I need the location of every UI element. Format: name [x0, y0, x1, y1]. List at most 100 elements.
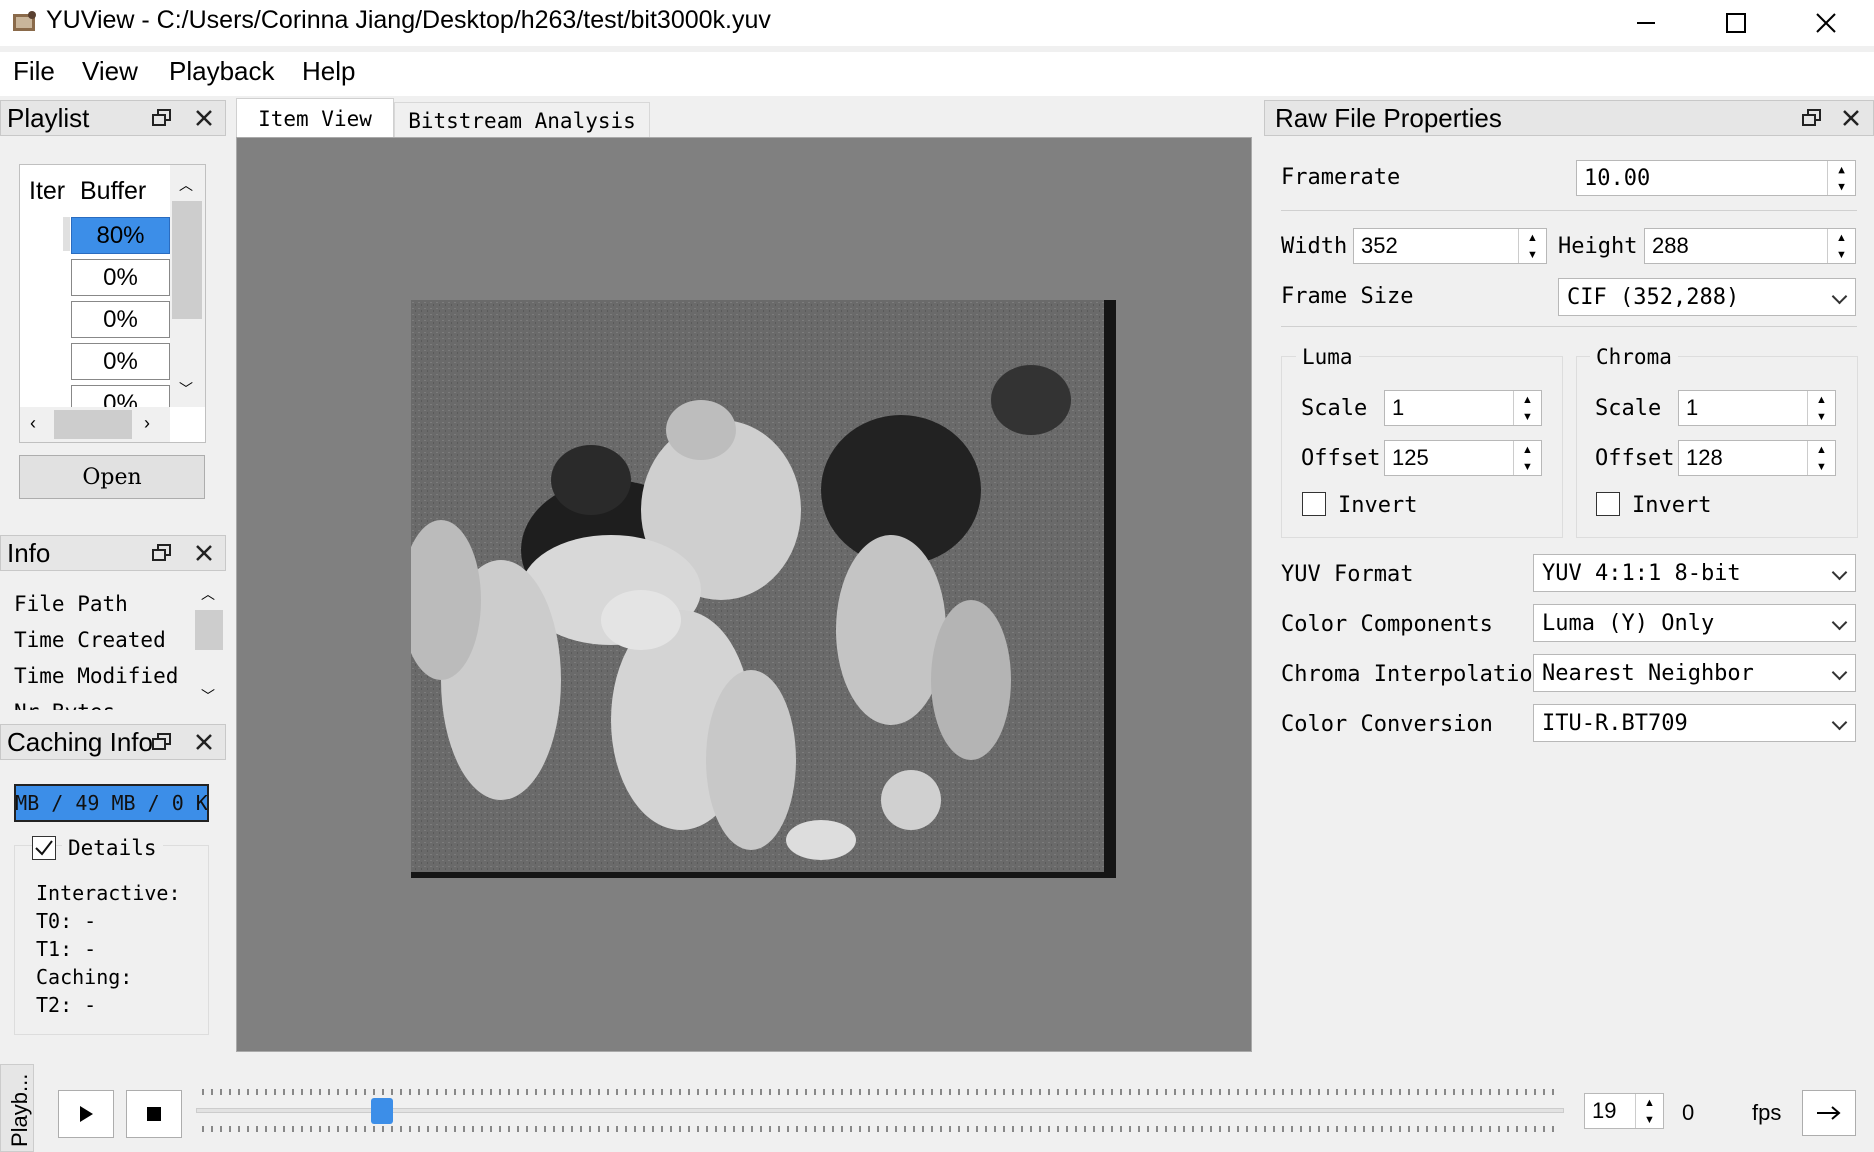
spin-down-icon[interactable]: ▼: [1808, 458, 1835, 475]
tab-bitstream-analysis[interactable]: Bitstream Analysis: [394, 102, 650, 138]
vertical-scrollbar[interactable]: ︿ ﹀: [192, 580, 226, 710]
chevron-right-icon[interactable]: ›: [144, 413, 150, 434]
playlist-dock-header: Playlist: [0, 100, 226, 136]
chroma-invert-label[interactable]: Invert: [1632, 493, 1711, 518]
width-value: 352: [1361, 233, 1398, 258]
chroma-offset-field[interactable]: 128 ▲ ▼: [1678, 440, 1836, 476]
color-conversion-label: Color Conversion: [1281, 712, 1493, 737]
menu-playback[interactable]: Playback: [169, 56, 275, 87]
float-icon[interactable]: [149, 105, 175, 131]
chroma-scale-field[interactable]: 1 ▲ ▼: [1678, 390, 1836, 426]
details-checkbox[interactable]: [32, 836, 56, 860]
frame-size-label: Frame Size: [1281, 284, 1414, 309]
spin-down-icon[interactable]: ▼: [1636, 1111, 1663, 1128]
video-viewport[interactable]: [236, 137, 1252, 1052]
caching-line: T0: -: [36, 909, 97, 933]
height-spinner[interactable]: ▲ ▼: [1827, 229, 1855, 263]
luma-scale-spinner[interactable]: ▲ ▼: [1513, 391, 1541, 425]
spin-down-icon[interactable]: ▼: [1828, 178, 1855, 195]
play-button[interactable]: [58, 1090, 114, 1138]
column-header-buffer[interactable]: Buffer: [80, 177, 146, 206]
scrollbar-thumb[interactable]: [195, 610, 223, 650]
luma-offset-spinner[interactable]: ▲ ▼: [1513, 441, 1541, 475]
luma-scale-field[interactable]: 1 ▲ ▼: [1384, 390, 1542, 426]
chevron-down-icon[interactable]: ﹀: [201, 686, 215, 706]
color-components-select[interactable]: Luma (Y) Only: [1533, 604, 1856, 642]
chroma-offset-label: Offset: [1595, 446, 1675, 471]
chevron-down-icon[interactable]: ﹀: [179, 379, 193, 399]
chevron-down-icon: [1831, 288, 1848, 305]
width-field[interactable]: 352 ▲ ▼: [1353, 228, 1547, 264]
luma-invert-checkbox[interactable]: [1302, 492, 1326, 516]
menu-file[interactable]: File: [13, 56, 55, 87]
chroma-interpolation-select[interactable]: Nearest Neighbor: [1533, 654, 1856, 692]
spin-down-icon[interactable]: ▼: [1514, 458, 1541, 475]
details-label[interactable]: Details: [62, 836, 163, 860]
playlist-tree[interactable]: Iter Buffer 80% 0% 0% 0% 0% ︿ ﹀ ‹ ›: [19, 164, 206, 443]
scrollbar-thumb[interactable]: [54, 410, 132, 439]
luma-offset-field[interactable]: 125 ▲ ▼: [1384, 440, 1542, 476]
chroma-offset-spinner[interactable]: ▲ ▼: [1807, 441, 1835, 475]
vertical-scrollbar[interactable]: ︿ ﹀: [170, 165, 205, 407]
spin-up-icon[interactable]: ▲: [1808, 441, 1835, 458]
spin-down-icon[interactable]: ▼: [1828, 246, 1855, 263]
column-header-item[interactable]: Iter: [29, 177, 65, 206]
tab-item-view[interactable]: Item View: [236, 98, 394, 138]
menu-help[interactable]: Help: [302, 56, 355, 87]
luma-invert-label[interactable]: Invert: [1338, 493, 1417, 518]
close-icon[interactable]: [1838, 105, 1864, 131]
luma-title: Luma: [1296, 345, 1359, 369]
chroma-title: Chroma: [1590, 345, 1678, 369]
chevron-up-icon[interactable]: ︿: [179, 175, 193, 195]
scrollbar-thumb[interactable]: [172, 201, 202, 319]
framerate-spinner[interactable]: ▲ ▼: [1827, 161, 1855, 195]
spin-up-icon[interactable]: ▲: [1514, 391, 1541, 408]
spin-down-icon[interactable]: ▼: [1808, 408, 1835, 425]
stop-button[interactable]: [126, 1090, 182, 1138]
chevron-left-icon[interactable]: ‹: [30, 413, 36, 434]
chevron-up-icon[interactable]: ︿: [201, 584, 215, 604]
float-icon[interactable]: [1799, 105, 1825, 131]
spin-up-icon[interactable]: ▲: [1519, 229, 1546, 246]
frame-slider[interactable]: [196, 1086, 1564, 1136]
spin-up-icon[interactable]: ▲: [1514, 441, 1541, 458]
frame-number-field[interactable]: 19 ▲ ▼: [1584, 1093, 1664, 1129]
close-icon[interactable]: [191, 105, 217, 131]
maximize-button[interactable]: [1690, 0, 1782, 46]
chroma-invert-checkbox[interactable]: [1596, 492, 1620, 516]
frame-size-select[interactable]: CIF (352,288): [1558, 278, 1856, 316]
color-conversion-select[interactable]: ITU-R.BT709: [1533, 704, 1856, 742]
minimize-icon: [1637, 22, 1655, 24]
menu-view[interactable]: View: [82, 56, 138, 87]
spin-up-icon[interactable]: ▲: [1808, 391, 1835, 408]
luma-offset-value: 125: [1392, 445, 1429, 470]
close-button[interactable]: [1780, 0, 1872, 46]
next-frame-button[interactable]: [1802, 1090, 1856, 1136]
playback-dock-tab[interactable]: Playb...: [0, 1064, 34, 1152]
spin-up-icon[interactable]: ▲: [1636, 1094, 1663, 1111]
spin-up-icon[interactable]: ▲: [1828, 229, 1855, 246]
chroma-scale-spinner[interactable]: ▲ ▼: [1807, 391, 1835, 425]
framerate-field[interactable]: 10.00 ▲ ▼: [1576, 160, 1856, 196]
frame-spinner[interactable]: ▲ ▼: [1635, 1094, 1663, 1128]
open-button[interactable]: Open: [19, 455, 205, 499]
stop-icon: [147, 1107, 161, 1121]
properties-dock-header: Raw File Properties: [1264, 100, 1874, 136]
close-icon[interactable]: [191, 540, 217, 566]
horizontal-scrollbar[interactable]: ‹ ›: [20, 407, 170, 442]
close-icon[interactable]: [191, 729, 217, 755]
yuv-format-select[interactable]: YUV 4:1:1 8-bit: [1533, 554, 1856, 592]
width-spinner[interactable]: ▲ ▼: [1518, 229, 1546, 263]
caching-line: T2: -: [36, 993, 97, 1017]
float-icon[interactable]: [149, 540, 175, 566]
height-value: 288: [1652, 233, 1689, 258]
spin-up-icon[interactable]: ▲: [1828, 161, 1855, 178]
float-icon[interactable]: [149, 729, 175, 755]
height-field[interactable]: 288 ▲ ▼: [1644, 228, 1856, 264]
minimize-button[interactable]: [1600, 0, 1692, 46]
app-icon: [12, 10, 38, 34]
spin-down-icon[interactable]: ▼: [1514, 408, 1541, 425]
slider-handle[interactable]: [371, 1098, 393, 1124]
close-icon: [1816, 13, 1836, 33]
spin-down-icon[interactable]: ▼: [1519, 246, 1546, 263]
